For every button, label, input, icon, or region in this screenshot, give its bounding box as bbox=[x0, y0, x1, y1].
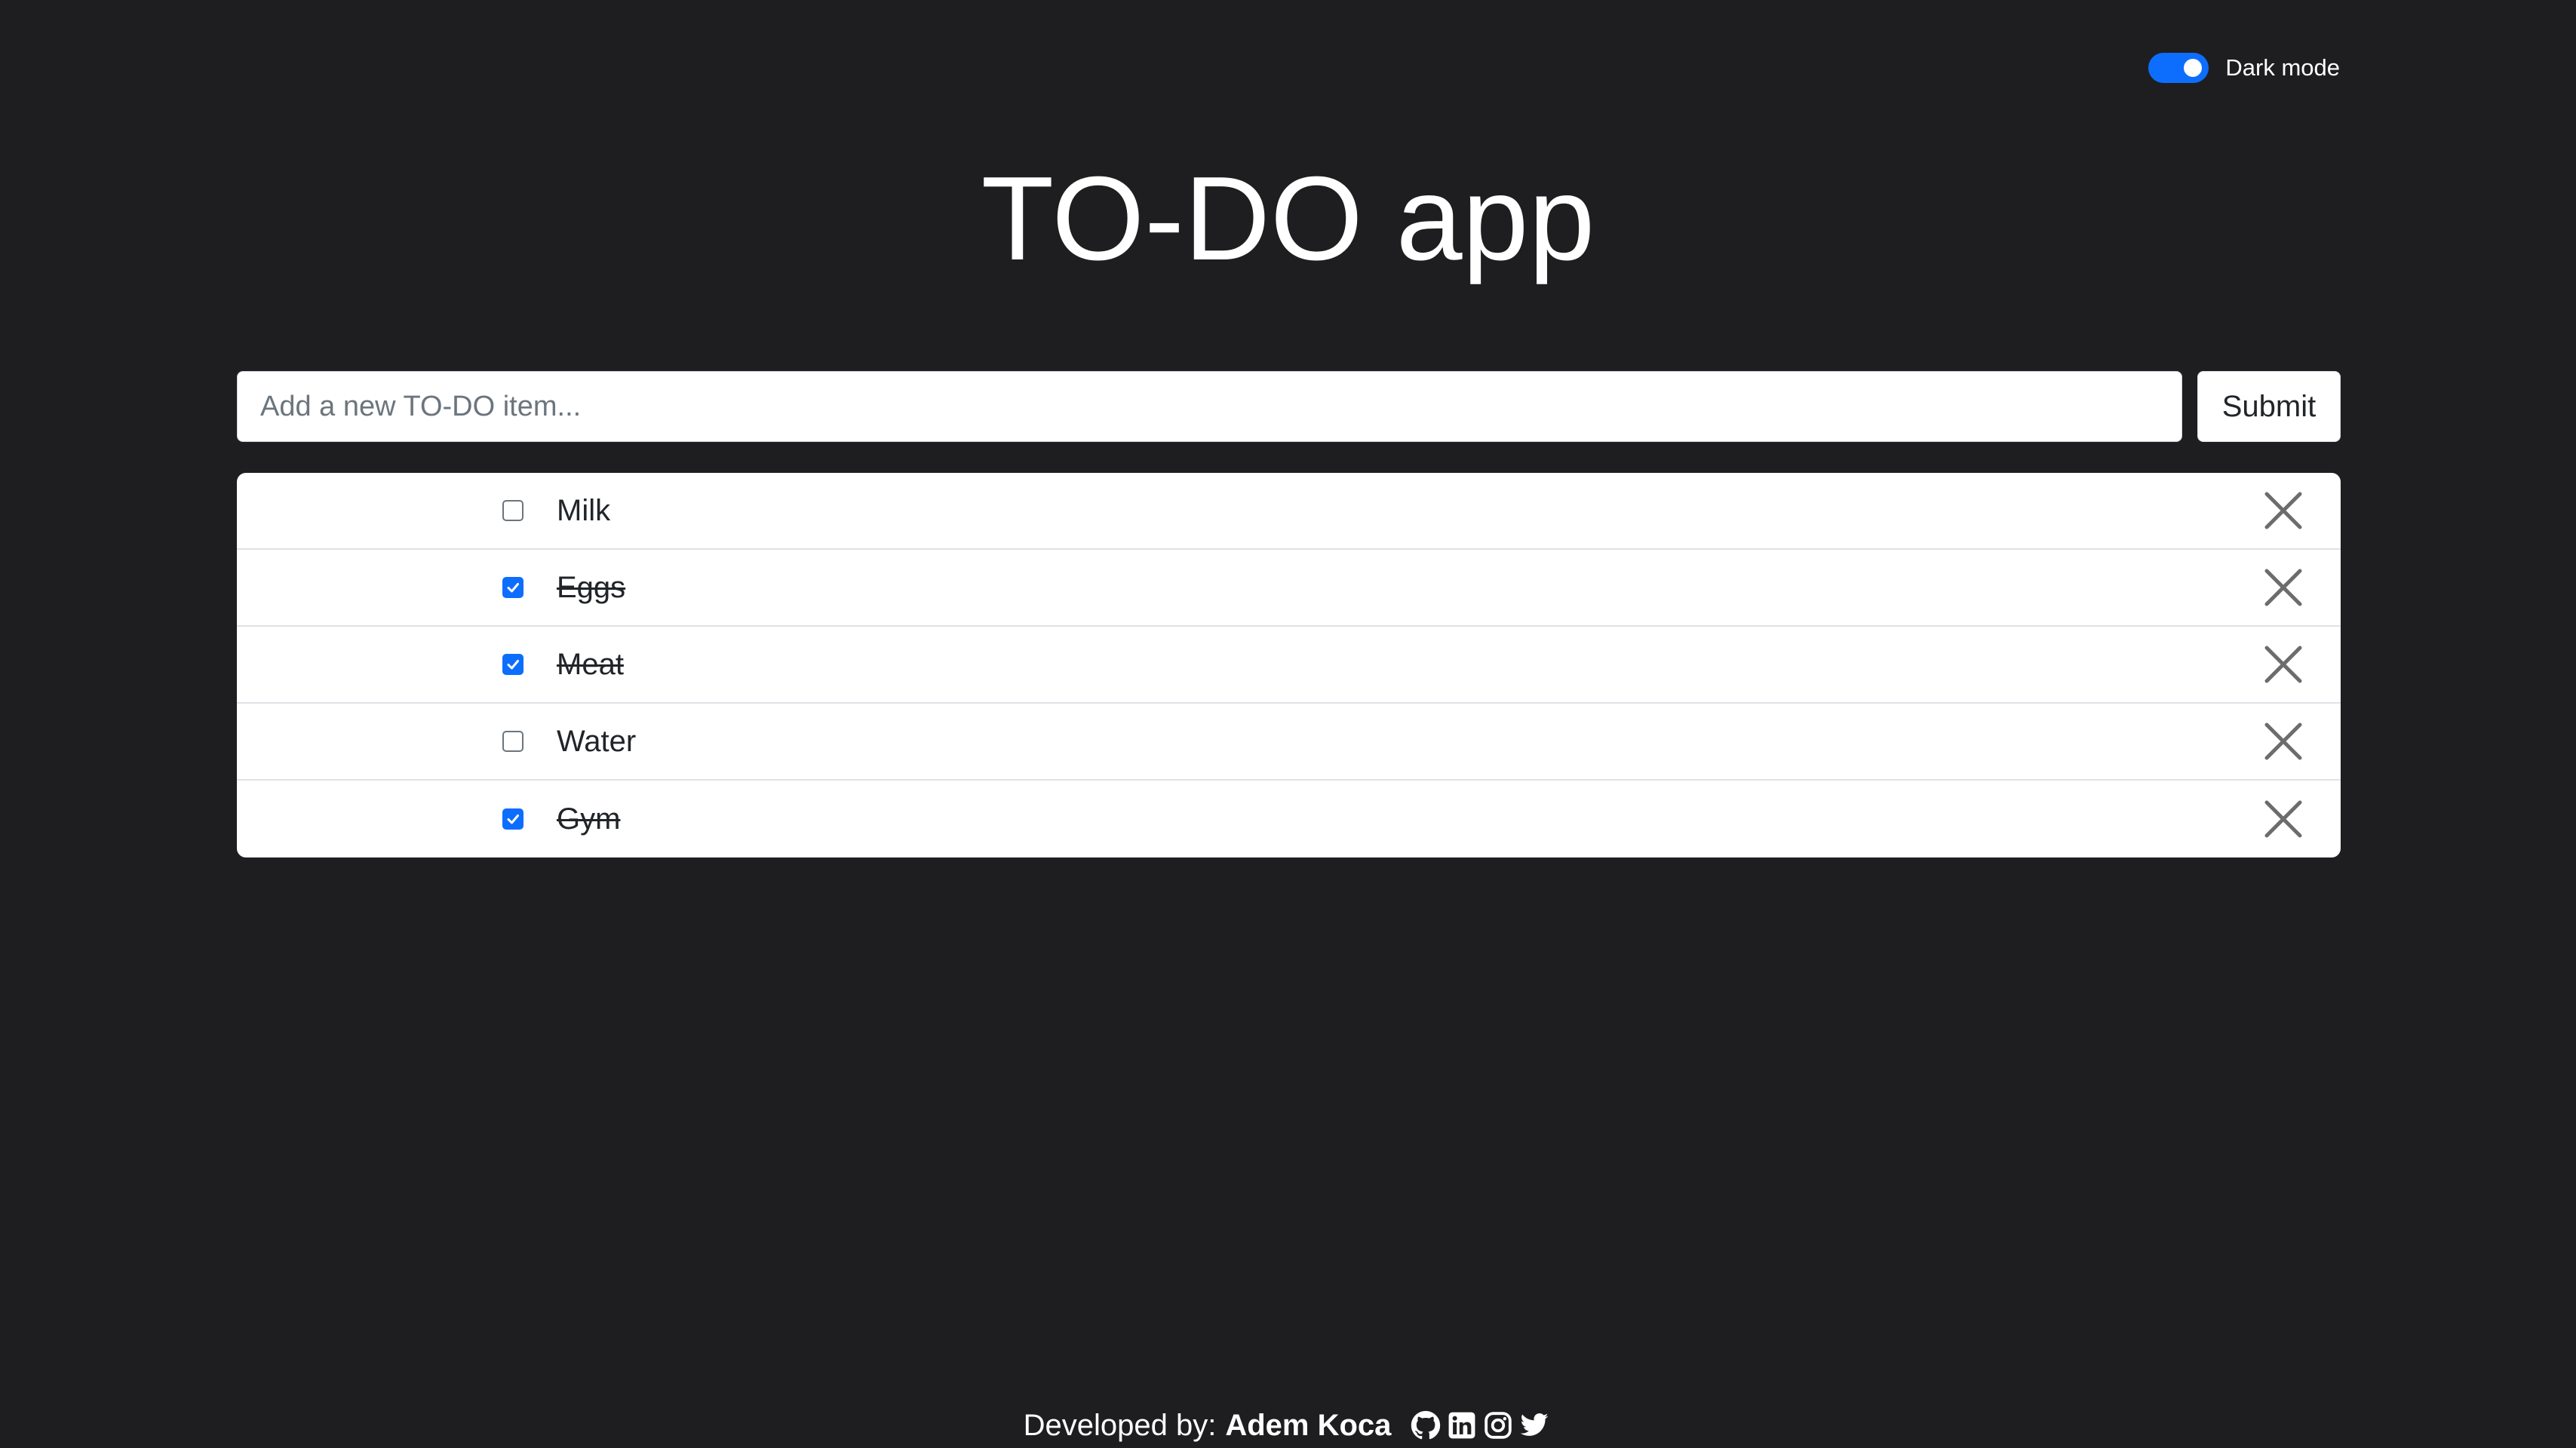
add-todo-form: Submit bbox=[237, 371, 2341, 442]
todo-item: Milk bbox=[237, 473, 2341, 550]
todo-checkbox[interactable] bbox=[502, 808, 523, 830]
todo-item-label: Water bbox=[557, 725, 637, 758]
dark-mode-toggle[interactable]: Dark mode bbox=[2148, 53, 2340, 83]
todo-list: Milk Eggs Meat Water Gym bbox=[237, 473, 2341, 857]
todo-checkbox[interactable] bbox=[502, 577, 523, 598]
todo-item: Meat bbox=[237, 627, 2341, 704]
page-title: TO-DO app bbox=[981, 152, 1595, 285]
instagram-icon[interactable] bbox=[1482, 1410, 1514, 1441]
delete-icon[interactable] bbox=[2264, 568, 2303, 607]
submit-button[interactable]: Submit bbox=[2197, 371, 2341, 442]
todo-checkbox[interactable] bbox=[502, 500, 523, 521]
footer-author: Adem Koca bbox=[1225, 1408, 1392, 1442]
todo-item: Water bbox=[237, 704, 2341, 781]
twitter-icon[interactable] bbox=[1518, 1410, 1550, 1441]
todo-item-label: Meat bbox=[557, 648, 624, 681]
todo-item-label: Eggs bbox=[557, 571, 626, 604]
footer-prefix: Developed by: bbox=[1023, 1408, 1217, 1442]
dark-mode-label: Dark mode bbox=[2225, 54, 2340, 81]
delete-icon[interactable] bbox=[2264, 722, 2303, 761]
dark-mode-switch[interactable] bbox=[2148, 53, 2209, 83]
switch-knob bbox=[2184, 59, 2203, 77]
todo-item: Eggs bbox=[237, 550, 2341, 627]
todo-item-label: Milk bbox=[557, 494, 611, 527]
delete-icon[interactable] bbox=[2264, 799, 2303, 839]
new-todo-input[interactable] bbox=[237, 371, 2182, 442]
github-icon[interactable] bbox=[1410, 1410, 1442, 1441]
checkmark-icon bbox=[507, 660, 519, 670]
todo-checkbox[interactable] bbox=[502, 731, 523, 752]
checkmark-icon bbox=[507, 814, 519, 824]
footer: Developed by: Adem Koca bbox=[0, 1404, 2576, 1446]
todo-checkbox[interactable] bbox=[502, 654, 523, 675]
delete-icon[interactable] bbox=[2264, 645, 2303, 684]
linkedin-icon[interactable] bbox=[1446, 1410, 1478, 1441]
todo-item: Gym bbox=[237, 781, 2341, 857]
app-page: Dark mode TO-DO app Submit Milk Eggs bbox=[0, 0, 2576, 1448]
checkmark-icon bbox=[507, 583, 519, 593]
todo-item-label: Gym bbox=[557, 802, 621, 836]
delete-icon[interactable] bbox=[2264, 491, 2303, 530]
